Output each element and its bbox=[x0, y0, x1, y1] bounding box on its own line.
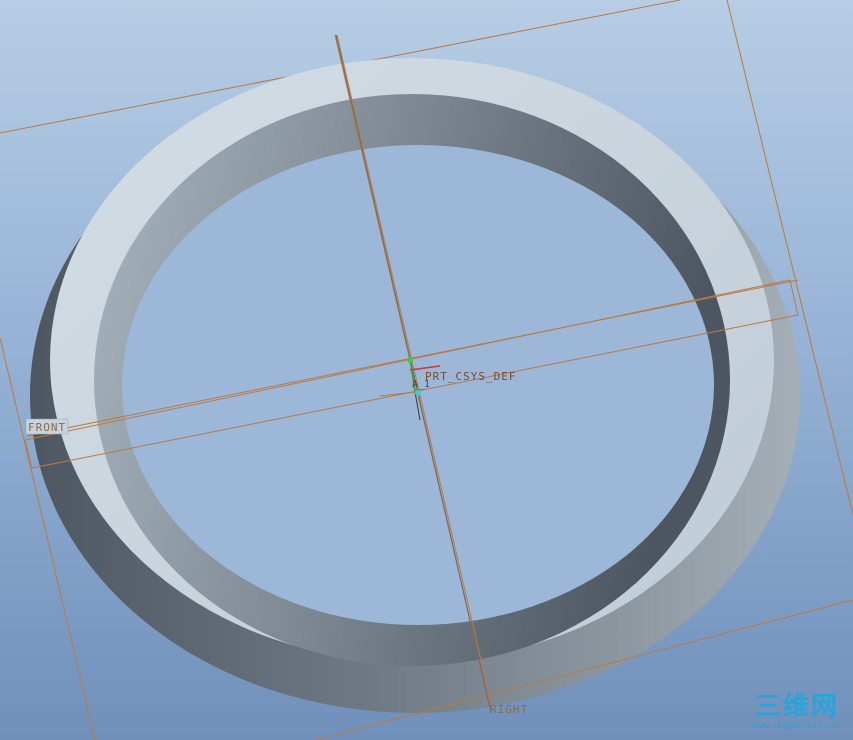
graphics-viewport[interactable]: FRONT PRT_CSYS_DEF A_1 RIGHT 三维网 www.3dp… bbox=[0, 0, 853, 740]
watermark-main-text: 三维网 bbox=[754, 692, 839, 722]
csys-label[interactable]: PRT_CSYS_DEF bbox=[425, 370, 516, 383]
site-watermark: 三维网 www.3dportal.cn bbox=[751, 693, 843, 732]
front-plane-tag[interactable]: FRONT bbox=[25, 418, 69, 435]
model-scene[interactable]: FRONT PRT_CSYS_DEF A_1 RIGHT bbox=[0, 0, 853, 740]
front-plane-label: FRONT bbox=[28, 421, 66, 434]
right-plane-label[interactable]: RIGHT bbox=[490, 703, 528, 716]
axis-label[interactable]: A_1 bbox=[412, 379, 430, 390]
watermark-sub-text: www.3dportal.cn bbox=[752, 721, 842, 731]
